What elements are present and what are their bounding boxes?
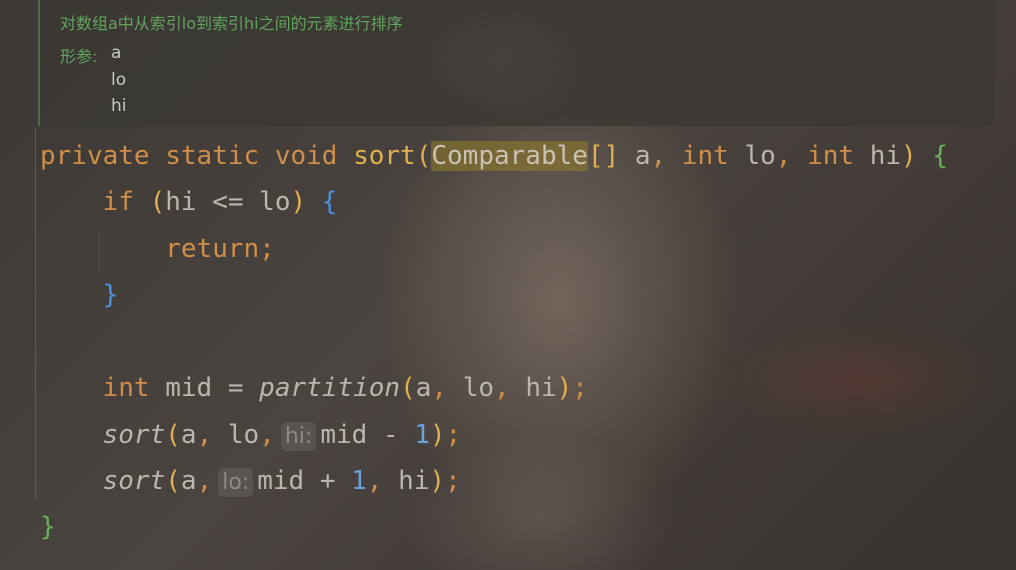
method-call-sort[interactable]: sort xyxy=(103,466,166,496)
arg-hi[interactable]: hi xyxy=(525,373,556,403)
param-lo[interactable]: lo xyxy=(744,141,775,171)
comma: , xyxy=(259,420,275,450)
number-literal: 1 xyxy=(351,466,367,496)
param-a[interactable]: a xyxy=(635,141,651,171)
arg-lo[interactable]: lo xyxy=(228,420,259,450)
arg-expression[interactable]: mid - xyxy=(320,420,414,450)
code-line-9[interactable]: } xyxy=(40,504,56,550)
doc-param-a: a xyxy=(111,43,122,63)
doc-description: 对数组a中从索引lo到索引hi之间的元素进行排序 xyxy=(60,14,403,33)
close-brace: } xyxy=(102,280,119,310)
comma: , xyxy=(196,466,213,496)
doc-param-hi: hi xyxy=(111,96,127,116)
code-line-2[interactable]: if (hi <= lo) { xyxy=(40,179,338,225)
keyword-private: private xyxy=(40,141,150,171)
mid-declaration[interactable]: mid = xyxy=(165,373,259,403)
open-paren: ( xyxy=(165,466,181,496)
inlay-hint-lo: lo: xyxy=(218,468,254,497)
close-paren: ) xyxy=(290,187,307,217)
close-brace: } xyxy=(40,512,56,542)
code-line-7[interactable]: sort(a, lo, hi: mid - 1); xyxy=(40,412,461,458)
number-literal: 1 xyxy=(414,420,430,450)
type-comparable[interactable]: Comparable xyxy=(431,141,588,171)
keyword-void: void xyxy=(274,141,338,171)
array-brackets: [] xyxy=(587,141,620,171)
open-paren: ( xyxy=(415,141,432,171)
open-brace: { xyxy=(932,141,949,171)
comma: , xyxy=(650,141,667,171)
close-paren: ) xyxy=(556,373,573,403)
close-paren: ) xyxy=(429,466,446,496)
arg-a[interactable]: a xyxy=(416,373,432,403)
method-name-sort[interactable]: sort xyxy=(353,141,416,171)
arg-a[interactable]: a xyxy=(181,466,197,496)
comma: , xyxy=(366,466,383,496)
if-condition[interactable]: hi <= lo xyxy=(165,187,290,217)
code-line-6[interactable]: int mid = partition(a, lo, hi); xyxy=(40,365,588,411)
doc-params-label: 形参: xyxy=(60,47,98,66)
quick-documentation-popup: 对数组a中从索引lo到索引hi之间的元素进行排序 形参: a lo hi xyxy=(38,0,995,126)
comma: , xyxy=(431,373,448,403)
keyword-int: int xyxy=(102,373,150,403)
semicolon: ; xyxy=(445,466,461,496)
scope-guide-outer xyxy=(35,128,36,500)
code-line-8[interactable]: sort(a, lo: mid + 1, hi); xyxy=(40,458,461,504)
code-line-3[interactable]: return; xyxy=(40,226,275,272)
arg-lo[interactable]: lo xyxy=(463,373,494,403)
comma: , xyxy=(494,373,510,403)
method-call-sort[interactable]: sort xyxy=(103,420,166,450)
open-brace: { xyxy=(321,187,338,217)
comma: , xyxy=(775,141,792,171)
arg-a[interactable]: a xyxy=(181,420,197,450)
code-line-1[interactable]: private static void sort(Comparable[] a,… xyxy=(40,133,948,179)
code-line-4[interactable]: } xyxy=(40,272,119,318)
param-hi[interactable]: hi xyxy=(870,141,901,171)
method-call-partition[interactable]: partition xyxy=(259,373,400,403)
open-paren: ( xyxy=(149,187,166,217)
open-paren: ( xyxy=(400,373,416,403)
keyword-return: return xyxy=(165,234,260,264)
close-paren: ) xyxy=(429,420,446,450)
inlay-hint-hi: hi: xyxy=(280,422,317,451)
close-paren: ) xyxy=(901,141,917,171)
doc-param-lo: lo xyxy=(111,70,127,90)
open-paren: ( xyxy=(165,420,181,450)
keyword-int: int xyxy=(807,141,855,171)
arg-hi[interactable]: hi xyxy=(398,466,429,496)
semicolon: ; xyxy=(259,234,275,264)
arg-expression[interactable]: mid + xyxy=(257,466,351,496)
semicolon: ; xyxy=(445,420,462,450)
comma: , xyxy=(196,420,213,450)
keyword-if: if xyxy=(102,187,134,217)
keyword-static: static xyxy=(165,141,260,171)
semicolon: ; xyxy=(572,373,588,403)
keyword-int: int xyxy=(681,141,729,171)
